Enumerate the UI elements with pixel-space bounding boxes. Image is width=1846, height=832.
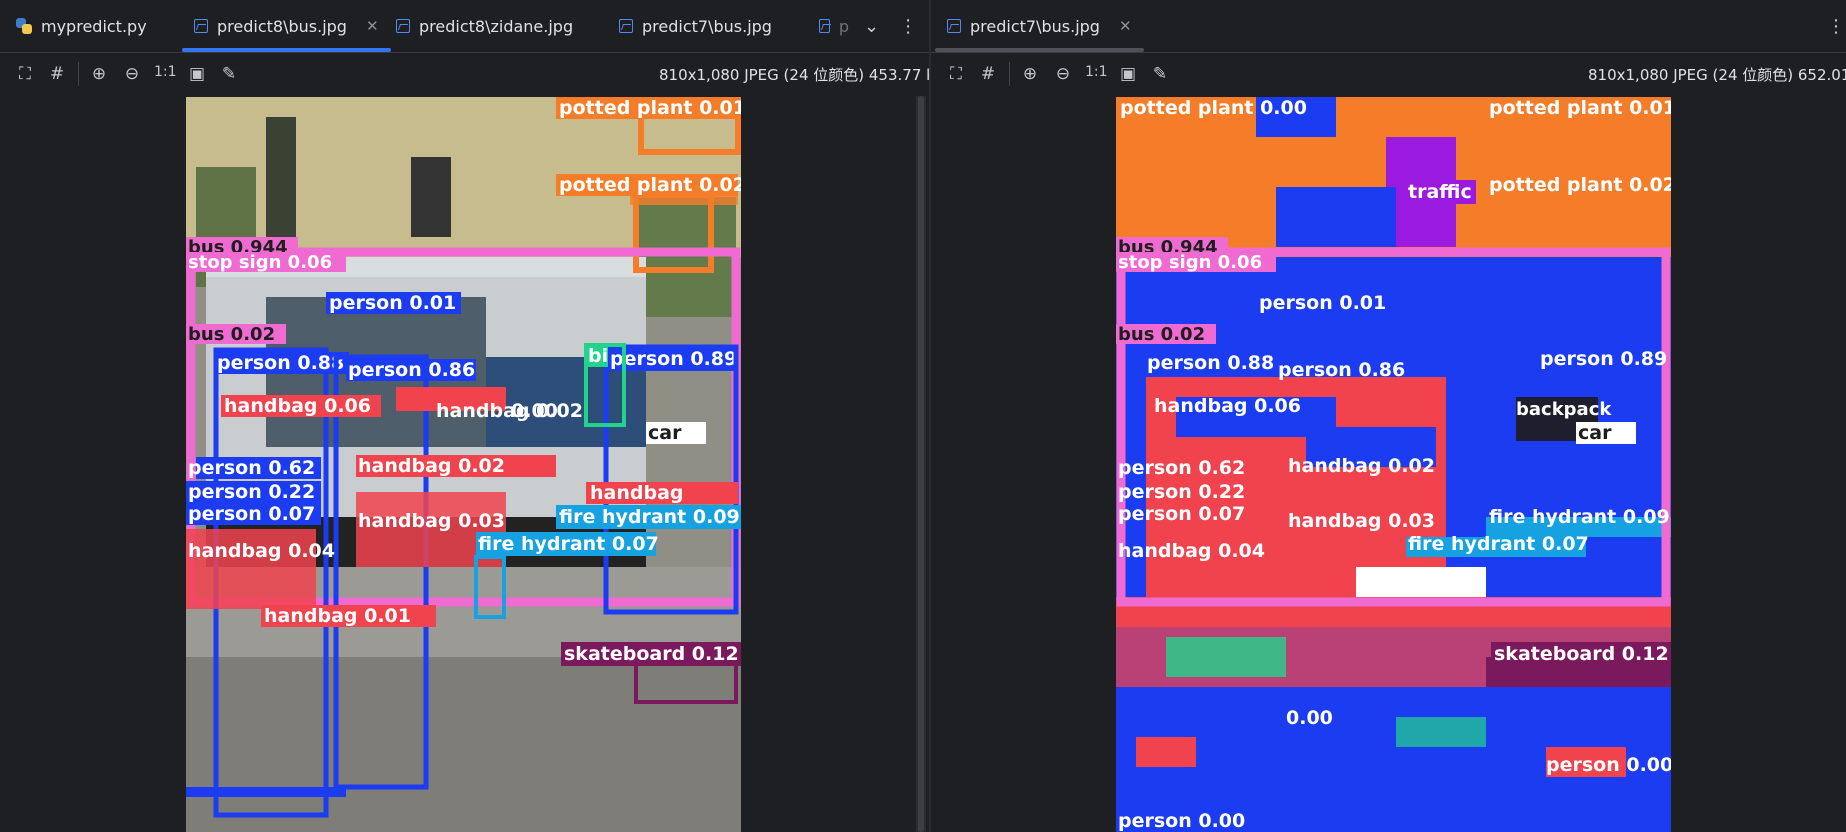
label-handbag-001: handbag 0.01 bbox=[264, 605, 411, 627]
image-info: 810x1,080 JPEG (24 位颜色) 453.77 kB bbox=[659, 66, 929, 84]
tab-label: predict8\zidane.jpg bbox=[419, 16, 574, 36]
label-fire-hydrant-007: fire hydrant 0.07 bbox=[478, 533, 659, 555]
tab-tools: ⋮ bbox=[1827, 0, 1845, 52]
tab-predict7-bus[interactable]: predict7\bus.jpg bbox=[619, 0, 772, 52]
label-potted-plant-1: potted plant 0.01 bbox=[1489, 97, 1671, 119]
label-handbag-003: handbag 0.03 bbox=[1288, 510, 1435, 532]
close-icon[interactable]: ✕ bbox=[1119, 17, 1132, 35]
label-person-089: person 0.89 bbox=[610, 348, 737, 370]
background-icon[interactable]: ▣ bbox=[1118, 64, 1138, 84]
label-person-086: person 0.86 bbox=[348, 359, 475, 381]
grid-icon[interactable]: # bbox=[47, 64, 67, 84]
label-backpack: backpack bbox=[1516, 399, 1612, 420]
tab-predict8-zidane[interactable]: predict8\zidane.jpg bbox=[396, 0, 573, 52]
chevron-down-icon[interactable]: ⌄ bbox=[864, 16, 879, 37]
tab-mypredict[interactable]: mypredict.py bbox=[16, 0, 147, 52]
label-person-022: person 0.22 bbox=[188, 481, 315, 503]
fit-to-screen-icon[interactable]: ⛶ bbox=[15, 64, 35, 84]
label-person-088: person 0.88 bbox=[217, 352, 344, 374]
fit-to-screen-icon[interactable]: ⛶ bbox=[946, 64, 966, 84]
label-stop-sign: stop sign 0.06 bbox=[188, 252, 332, 273]
close-icon[interactable]: ✕ bbox=[366, 17, 379, 35]
label-val-000: 0.00 bbox=[1286, 707, 1333, 729]
scrollbar-thumb[interactable] bbox=[918, 96, 924, 832]
label-handbag-002a: handbag 0.02 bbox=[436, 400, 583, 422]
label-person-062: person 0.62 bbox=[188, 457, 315, 479]
label-fire-hydrant-009: fire hydrant 0.09 bbox=[559, 506, 740, 528]
label-skateboard: skateboard 0.12 bbox=[1494, 643, 1669, 665]
label-fire-hydrant-007: fire hydrant 0.07 bbox=[1408, 533, 1589, 555]
label-person-007: person 0.07 bbox=[188, 503, 315, 525]
image-info: 810x1,080 JPEG (24 位颜色) 652.01 kB bbox=[1588, 66, 1846, 84]
label-bus-002: bus 0.02 bbox=[188, 324, 275, 345]
python-file-icon bbox=[16, 18, 32, 34]
label-person-086: person 0.86 bbox=[1278, 359, 1405, 381]
label-car: car bbox=[648, 422, 682, 444]
zoom-in-icon[interactable]: ⊕ bbox=[89, 64, 109, 84]
right-tab-bar: predict7\bus.jpg ✕ ⋮ bbox=[931, 0, 1846, 53]
label-handbag-002b: handbag 0.02 bbox=[358, 455, 505, 477]
label-car: car bbox=[1578, 422, 1612, 444]
label-person-001: person 0.01 bbox=[329, 292, 456, 314]
label-person-000: person 0.00 bbox=[1546, 754, 1671, 776]
color-picker-icon[interactable]: ✎ bbox=[219, 64, 239, 84]
tab-label: predict7\bus.jpg bbox=[642, 16, 772, 36]
tab-label: mypredict.py bbox=[41, 16, 147, 36]
label-bike: bi bbox=[588, 345, 608, 367]
toolbar-separator bbox=[78, 62, 79, 86]
label-person-022: person 0.22 bbox=[1118, 481, 1245, 503]
label-handbag-006: handbag 0.06 bbox=[1154, 395, 1301, 417]
tab-label: p bbox=[838, 16, 849, 36]
zoom-out-icon[interactable]: ⊖ bbox=[122, 64, 142, 84]
label-handbag-right: handbag bbox=[590, 482, 684, 504]
more-vertical-icon[interactable]: ⋮ bbox=[899, 16, 917, 37]
actual-size-button[interactable]: 1:1 bbox=[1085, 64, 1108, 80]
tab-predict8-bus[interactable]: predict8\bus.jpg ✕ bbox=[182, 0, 391, 52]
image-file-icon bbox=[194, 19, 208, 33]
right-editor-pane: predict7\bus.jpg ✕ ⋮ ⛶ # ⊕ ⊖ 1:1 ▣ ✎ 810… bbox=[931, 0, 1846, 832]
detection-image-left: potted plant 0.01 potted plant 0.02 bus … bbox=[186, 97, 741, 832]
label-fire-hydrant-009: fire hydrant 0.09 bbox=[1489, 506, 1670, 528]
detection-image-right: potted plant 0.00 potted plant 0.01 pott… bbox=[1116, 97, 1671, 832]
label-handbag-002b: handbag 0.02 bbox=[1288, 455, 1435, 477]
zoom-out-icon[interactable]: ⊖ bbox=[1053, 64, 1073, 84]
label-potted-plant-1: potted plant 0.01 bbox=[559, 97, 741, 119]
label-person-007: person 0.07 bbox=[1118, 503, 1245, 525]
label-handbag-006: handbag 0.06 bbox=[224, 395, 371, 417]
app-window: mypredict.py predict8\bus.jpg ✕ predict8… bbox=[0, 0, 1846, 832]
label-handbag-003: handbag 0.03 bbox=[358, 510, 505, 532]
label-potted-plant-2: potted plant 0.02 bbox=[1489, 174, 1671, 196]
image-file-icon bbox=[396, 19, 410, 33]
background-icon[interactable]: ▣ bbox=[187, 64, 207, 84]
tab-tools: ⌄ ⋮ bbox=[864, 0, 917, 52]
image-file-icon bbox=[619, 19, 633, 33]
label-person-088: person 0.88 bbox=[1147, 352, 1274, 374]
left-editor-pane: mypredict.py predict8\bus.jpg ✕ predict8… bbox=[0, 0, 929, 832]
toolbar-separator bbox=[1009, 62, 1010, 86]
label-handbag-004: handbag 0.04 bbox=[188, 540, 335, 562]
more-vertical-icon[interactable]: ⋮ bbox=[1827, 16, 1845, 37]
color-picker-icon[interactable]: ✎ bbox=[1150, 64, 1170, 84]
image-file-icon bbox=[947, 19, 961, 33]
tab-predict7-bus-right[interactable]: predict7\bus.jpg ✕ bbox=[935, 0, 1144, 52]
tab-overflow[interactable]: p bbox=[819, 0, 849, 52]
label-stop-sign: stop sign 0.06 bbox=[1118, 252, 1262, 273]
tab-label: predict8\bus.jpg bbox=[217, 16, 347, 36]
label-person-062: person 0.62 bbox=[1118, 457, 1245, 479]
label-potted-plant-2: potted plant 0.02 bbox=[559, 174, 741, 196]
label-person-089: person 0.89 bbox=[1540, 348, 1667, 370]
tab-label: predict7\bus.jpg bbox=[970, 16, 1100, 36]
grid-icon[interactable]: # bbox=[978, 64, 998, 84]
image-file-icon bbox=[819, 19, 830, 33]
label-person-001: person 0.01 bbox=[1259, 292, 1386, 314]
label-potted-plant-0: potted plant 0.00 bbox=[1120, 97, 1307, 119]
zoom-in-icon[interactable]: ⊕ bbox=[1020, 64, 1040, 84]
label-val-000: 0.00 bbox=[511, 400, 558, 422]
actual-size-button[interactable]: 1:1 bbox=[154, 64, 177, 80]
label-person-000b: person 0.00 bbox=[1118, 810, 1245, 832]
label-handbag-004: handbag 0.04 bbox=[1118, 540, 1265, 562]
label-bus-002: bus 0.02 bbox=[1118, 324, 1205, 345]
label-traffic: traffic bbox=[1408, 181, 1472, 203]
left-tab-bar: mypredict.py predict8\bus.jpg ✕ predict8… bbox=[0, 0, 929, 53]
